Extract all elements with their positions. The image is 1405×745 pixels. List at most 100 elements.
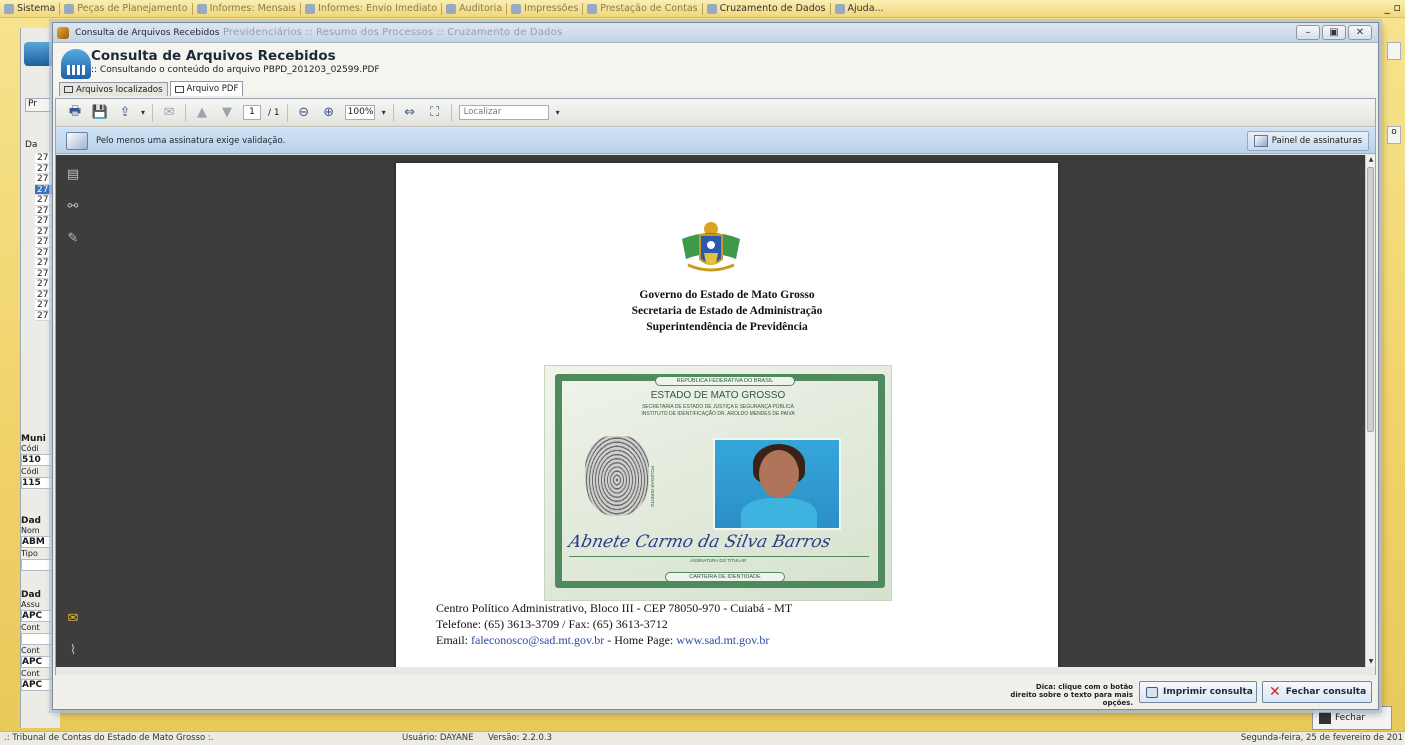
doc-address: Centro Político Administrativo, Bloco II… [436,601,793,615]
page-number-input[interactable]: 1 [243,105,262,120]
coat-of-arms-logo [682,222,740,272]
pdf-sidebar: ▤ ⚯ ✎ ✉ ⌇ [56,155,92,667]
export-icon[interactable]: ⇪ [116,104,134,122]
menu-cruzamento-dados[interactable]: Cruzamento de Dados [706,3,826,14]
homepage-link[interactable]: www.sad.mt.gov.br [676,633,769,647]
zoom-in-icon[interactable]: ⊕ [320,104,338,122]
menu-pecas-planejamento[interactable]: Peças de Planejamento [64,3,188,14]
vertical-scrollbar[interactable]: ▲ ▼ [1365,155,1375,667]
window-bottom-bar: Dica: clique com o botão direito sobre o… [53,675,1378,709]
building-icon [61,49,91,79]
signature-bar: Pelo menos uma assinatura exige validaçã… [56,128,1375,154]
close-consultation-button[interactable]: ✕ Fechar consulta [1262,681,1372,703]
header-subtitle: :: Consultando o conteúdo do arquivo PBP… [91,65,380,75]
doc-line-secretaria: Secretaria de Estado de Administração [631,305,823,317]
menu-separator [59,2,61,15]
menu-ajuda[interactable]: Ajuda... [834,3,884,14]
door-icon [1319,712,1331,724]
menu-separator [582,2,584,15]
status-date: Segunda-feira, 25 de fevereiro de 201 [1240,733,1403,743]
fit-page-icon[interactable]: ⛶ [426,104,444,122]
chevron-down-icon[interactable]: ▾ [141,108,145,117]
id-card-bottom-band: CARTEIRA DE IDENTIDADE [665,572,785,582]
zoom-select[interactable]: 100% [344,105,375,120]
zoom-out-icon[interactable]: ⊖ [295,104,313,122]
menu-impressoes[interactable]: Impressões [511,3,578,14]
background-close-fragment[interactable] [1387,42,1401,60]
menu-label: Informes: Envio Imediato [318,3,438,14]
fit-width-icon[interactable]: ⇔ [401,104,419,122]
background-field-fragment[interactable]: o [1387,126,1401,144]
menu-auditoria[interactable]: Auditoria [446,3,502,14]
status-bar: .: Tribunal de Contas do Estado de Mato … [0,731,1405,745]
email-link[interactable]: faleconosco@sad.mt.gov.br [471,633,604,647]
print-icon [511,3,522,14]
id-card-secretaria: SECRETARIA DE ESTADO DE JUSTIÇA E SEGURA… [642,404,794,410]
menu-separator [441,2,443,15]
menu-label: Peças de Planejamento [77,3,188,14]
handwritten-signature: Abnete Carmo da Silva Barros [566,532,833,552]
menu-sistema[interactable]: Sistema [4,3,55,14]
scroll-up-icon[interactable]: ▲ [1366,155,1375,165]
field-label: Cont [21,623,40,632]
menu-informes-envio-imediato[interactable]: Informes: Envio Imediato [305,3,437,14]
attachment-icon[interactable]: ⌇ [65,643,81,659]
money-icon [587,3,598,14]
tab-arquivos-localizados[interactable]: Arquivos localizados [59,82,168,96]
field-label: Cont [21,646,40,655]
status-version: Versão: 2.2.0.3 [488,733,553,743]
next-page-icon[interactable]: ▼ [218,104,236,122]
pages-icon[interactable]: ▤ [65,167,81,183]
minimize-icon[interactable]: – [1296,25,1320,40]
status-user: Usuário: DAYANE [402,733,474,743]
menu-informes-mensais[interactable]: Informes: Mensais [196,3,296,14]
menu-label: Sistema [17,3,56,14]
comments-icon[interactable]: ✉ [65,611,81,627]
maximize-icon[interactable]: ▣ [1322,25,1346,40]
menu-label: Auditoria [459,3,503,14]
portrait-shirt [741,498,817,528]
restore-icon[interactable]: _ ▫ [1385,1,1401,14]
help-icon [834,3,845,14]
menu-label: Cruzamento de Dados [719,3,826,14]
pdf-viewer[interactable]: ▤ ⚯ ✎ ✉ ⌇ Governo do Estado de Mato Gros… [56,155,1375,667]
comment-icon[interactable]: ✉ [160,104,178,122]
find-input[interactable]: Localizar [458,105,549,120]
building-icon [24,42,54,66]
signature-panel-button[interactable]: Painel de assinaturas [1246,131,1369,151]
field-label: Cont [21,669,40,678]
menu-label: Prestação de Contas [600,3,698,14]
id-card-polegar: POLEGAR DIREITO [650,466,655,508]
audit-icon [446,3,457,14]
window-title: Consulta de Arquivos Recebidos [75,27,220,38]
tab-label: Arquivo PDF [186,84,239,94]
doc-line-superintendencia: Superintendência de Previdência [646,321,808,333]
previous-page-icon[interactable]: ▲ [193,104,211,122]
planning-icon [64,3,75,14]
tab-arquivo-pdf[interactable]: Arquivo PDF [169,81,244,96]
scroll-down-icon[interactable]: ▼ [1366,657,1375,667]
print-consultation-button[interactable]: Imprimir consulta [1139,681,1257,703]
save-icon[interactable]: 💾 [91,104,109,122]
id-card-state: ESTADO DE MATO GROSSO [650,390,786,401]
binoculars-icon[interactable]: ⚯ [65,199,81,215]
signature-message: Pelo menos uma assinatura exige validaçã… [96,135,286,146]
field-label: Assu [21,600,40,609]
app-icon [57,26,69,39]
signature-icon[interactable]: ✎ [65,231,81,247]
close-icon[interactable]: ✕ [1348,25,1372,40]
scroll-thumb[interactable] [1367,167,1374,432]
menu-prestacao-contas[interactable]: Prestação de Contas [587,3,698,14]
chevron-down-icon[interactable]: ▾ [382,108,386,117]
menu-separator [701,2,703,15]
chevron-down-icon[interactable]: ▾ [556,108,560,117]
menu-label: Impressões [524,3,579,14]
tab-label: Arquivos localizados [76,84,163,95]
field-label: Códi [21,467,39,476]
window-titlebar[interactable]: Consulta de Arquivos Recebidos Previdenc… [53,23,1378,43]
toolbar-separator [185,103,187,122]
tab-bar: Arquivos localizados Arquivo PDF [59,81,244,96]
print-icon[interactable]: 🖶 [66,104,84,122]
grid-icon [174,85,184,93]
window-controls: – ▣ ✕ [1296,25,1372,40]
